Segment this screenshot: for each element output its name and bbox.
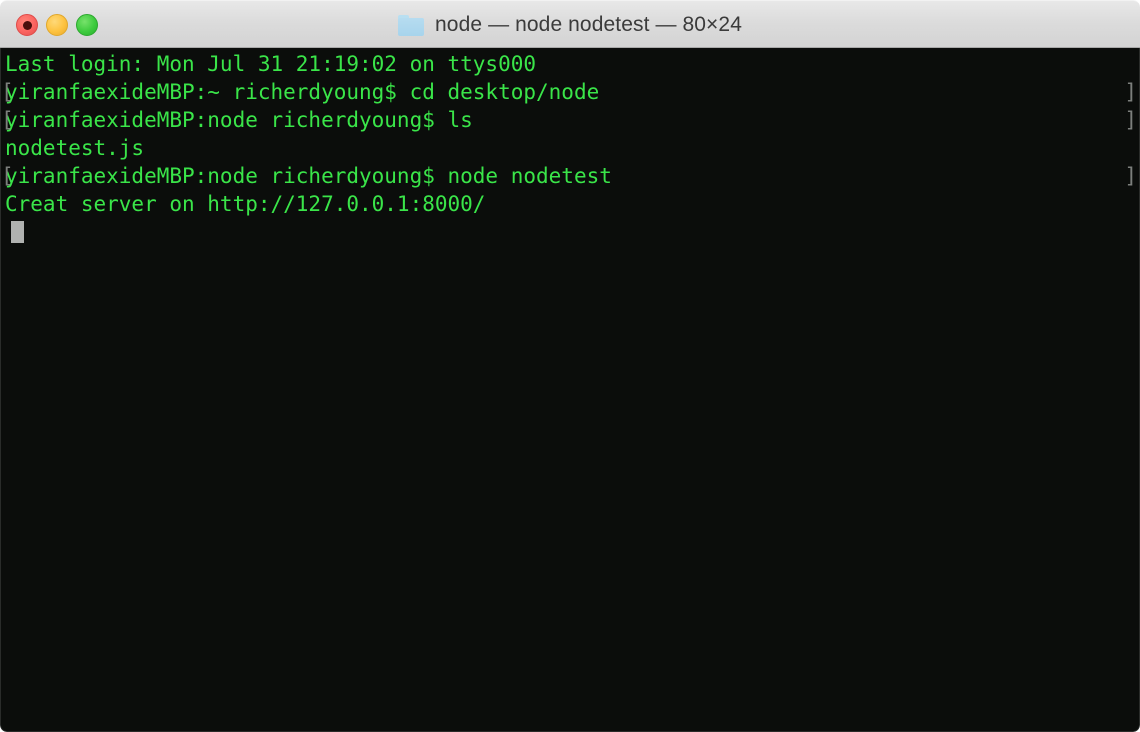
terminal-cursor-line <box>1 218 1139 246</box>
terminal-window: node — node nodetest — 80×24 Last login:… <box>0 0 1140 732</box>
terminal-line: Creat server on http://127.0.0.1:8000/ <box>1 190 1139 218</box>
minimize-button[interactable] <box>46 14 68 36</box>
terminal-line-text: Creat server on http://127.0.0.1:8000/ <box>5 192 486 216</box>
zoom-button[interactable] <box>76 14 98 36</box>
terminal-line-text: Last login: Mon Jul 31 21:19:02 on ttys0… <box>5 52 537 76</box>
terminal-line: [yiranfaexideMBP:node richerdyoung$ node… <box>1 162 1139 190</box>
window-title: node — node nodetest — 80×24 <box>435 13 742 36</box>
window-title-container: node — node nodetest — 80×24 <box>0 1 1140 49</box>
terminal-line: nodetest.js <box>1 134 1139 162</box>
terminal-body[interactable]: Last login: Mon Jul 31 21:19:02 on ttys0… <box>0 48 1140 732</box>
terminal-line: [yiranfaexideMBP:~ richerdyoung$ cd desk… <box>1 78 1139 106</box>
text-cursor <box>11 221 24 243</box>
close-button[interactable] <box>16 14 38 36</box>
terminal-line-text: yiranfaexideMBP:node richerdyoung$ node … <box>5 164 612 188</box>
prompt-end-marker: ] <box>1124 164 1137 188</box>
prompt-start-marker: [ <box>1 108 14 132</box>
prompt-start-marker: [ <box>1 80 14 104</box>
terminal-screen[interactable]: Last login: Mon Jul 31 21:19:02 on ttys0… <box>1 50 1139 730</box>
prompt-end-marker: ] <box>1124 108 1137 132</box>
terminal-line: Last login: Mon Jul 31 21:19:02 on ttys0… <box>1 50 1139 78</box>
window-titlebar[interactable]: node — node nodetest — 80×24 <box>0 0 1140 48</box>
terminal-line-text: yiranfaexideMBP:~ richerdyoung$ cd deskt… <box>5 80 600 104</box>
folder-icon <box>398 14 425 36</box>
terminal-line-text: nodetest.js <box>5 136 145 160</box>
prompt-end-marker: ] <box>1124 80 1137 104</box>
terminal-line-text: yiranfaexideMBP:node richerdyoung$ ls <box>5 108 473 132</box>
terminal-line: [yiranfaexideMBP:node richerdyoung$ ls] <box>1 106 1139 134</box>
window-controls <box>16 14 98 36</box>
prompt-start-marker: [ <box>1 164 14 188</box>
